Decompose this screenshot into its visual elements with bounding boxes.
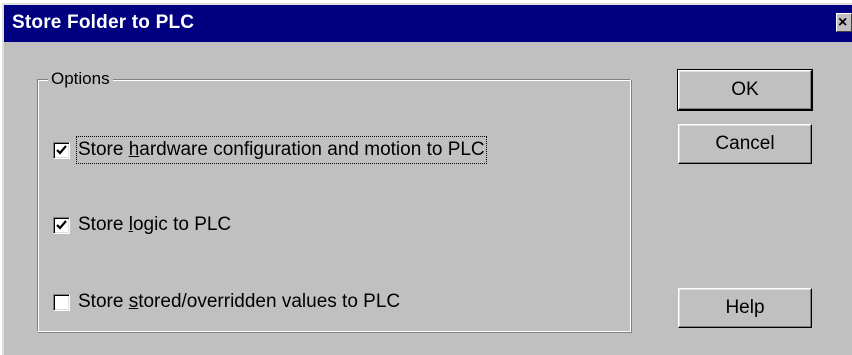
checkbox-store-overridden-values[interactable] bbox=[53, 293, 70, 311]
options-groupbox: Options Store hardware configuration and… bbox=[37, 67, 631, 332]
help-button[interactable]: Help bbox=[678, 288, 812, 328]
option-store-overridden-values[interactable]: Store stored/overridden values to PLC bbox=[53, 289, 400, 315]
option-label-store-logic[interactable]: Store logic to PLC bbox=[78, 213, 231, 237]
option-store-logic[interactable]: Store logic to PLC bbox=[53, 212, 231, 238]
cancel-button[interactable]: Cancel bbox=[678, 124, 812, 164]
checkbox-store-logic[interactable] bbox=[53, 216, 70, 234]
title-bar[interactable]: Store Folder to PLC × bbox=[4, 5, 852, 42]
option-label-store-overridden-values[interactable]: Store stored/overridden values to PLC bbox=[78, 290, 400, 314]
window-title: Store Folder to PLC bbox=[12, 12, 195, 33]
options-legend: Options bbox=[48, 67, 113, 91]
checkmark-icon bbox=[56, 219, 67, 230]
ok-button[interactable]: OK bbox=[677, 69, 813, 111]
option-store-hardware[interactable]: Store hardware configuration and motion … bbox=[53, 136, 487, 164]
close-icon: × bbox=[838, 14, 848, 31]
checkbox-store-hardware[interactable] bbox=[53, 141, 70, 159]
option-label-store-hardware[interactable]: Store hardware configuration and motion … bbox=[76, 136, 487, 164]
checkmark-icon bbox=[56, 144, 67, 155]
store-folder-dialog: Store Folder to PLC × Options Store hard… bbox=[2, 3, 852, 355]
close-button[interactable]: × bbox=[836, 13, 852, 32]
